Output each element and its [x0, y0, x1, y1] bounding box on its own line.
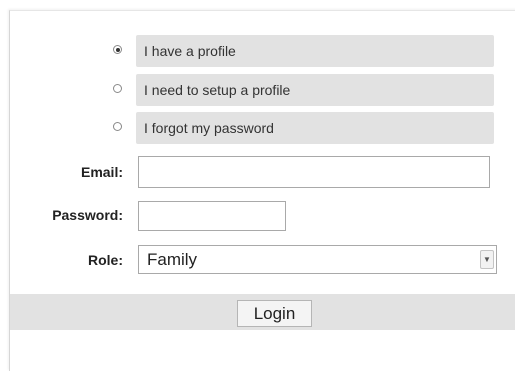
role-select[interactable]: Family ▼: [138, 245, 497, 274]
setup-profile-label[interactable]: I need to setup a profile: [136, 74, 494, 106]
have-profile-label[interactable]: I have a profile: [136, 35, 494, 67]
chevron-down-icon[interactable]: ▼: [480, 250, 494, 269]
option-have-profile[interactable]: I have a profile: [0, 35, 515, 67]
password-label: Password:: [52, 207, 123, 223]
setup-profile-radio[interactable]: [113, 84, 122, 93]
role-selected-value: Family: [147, 250, 198, 269]
password-field[interactable]: [138, 201, 286, 231]
login-button[interactable]: Login: [237, 300, 312, 327]
have-profile-radio[interactable]: [113, 45, 122, 54]
option-forgot-password[interactable]: I forgot my password: [0, 112, 515, 144]
forgot-password-label[interactable]: I forgot my password: [136, 112, 494, 144]
email-field[interactable]: [138, 156, 490, 188]
email-label: Email:: [80, 164, 123, 180]
role-label: Role:: [88, 252, 123, 268]
option-setup-profile[interactable]: I need to setup a profile: [0, 74, 515, 106]
forgot-password-radio[interactable]: [113, 122, 122, 131]
